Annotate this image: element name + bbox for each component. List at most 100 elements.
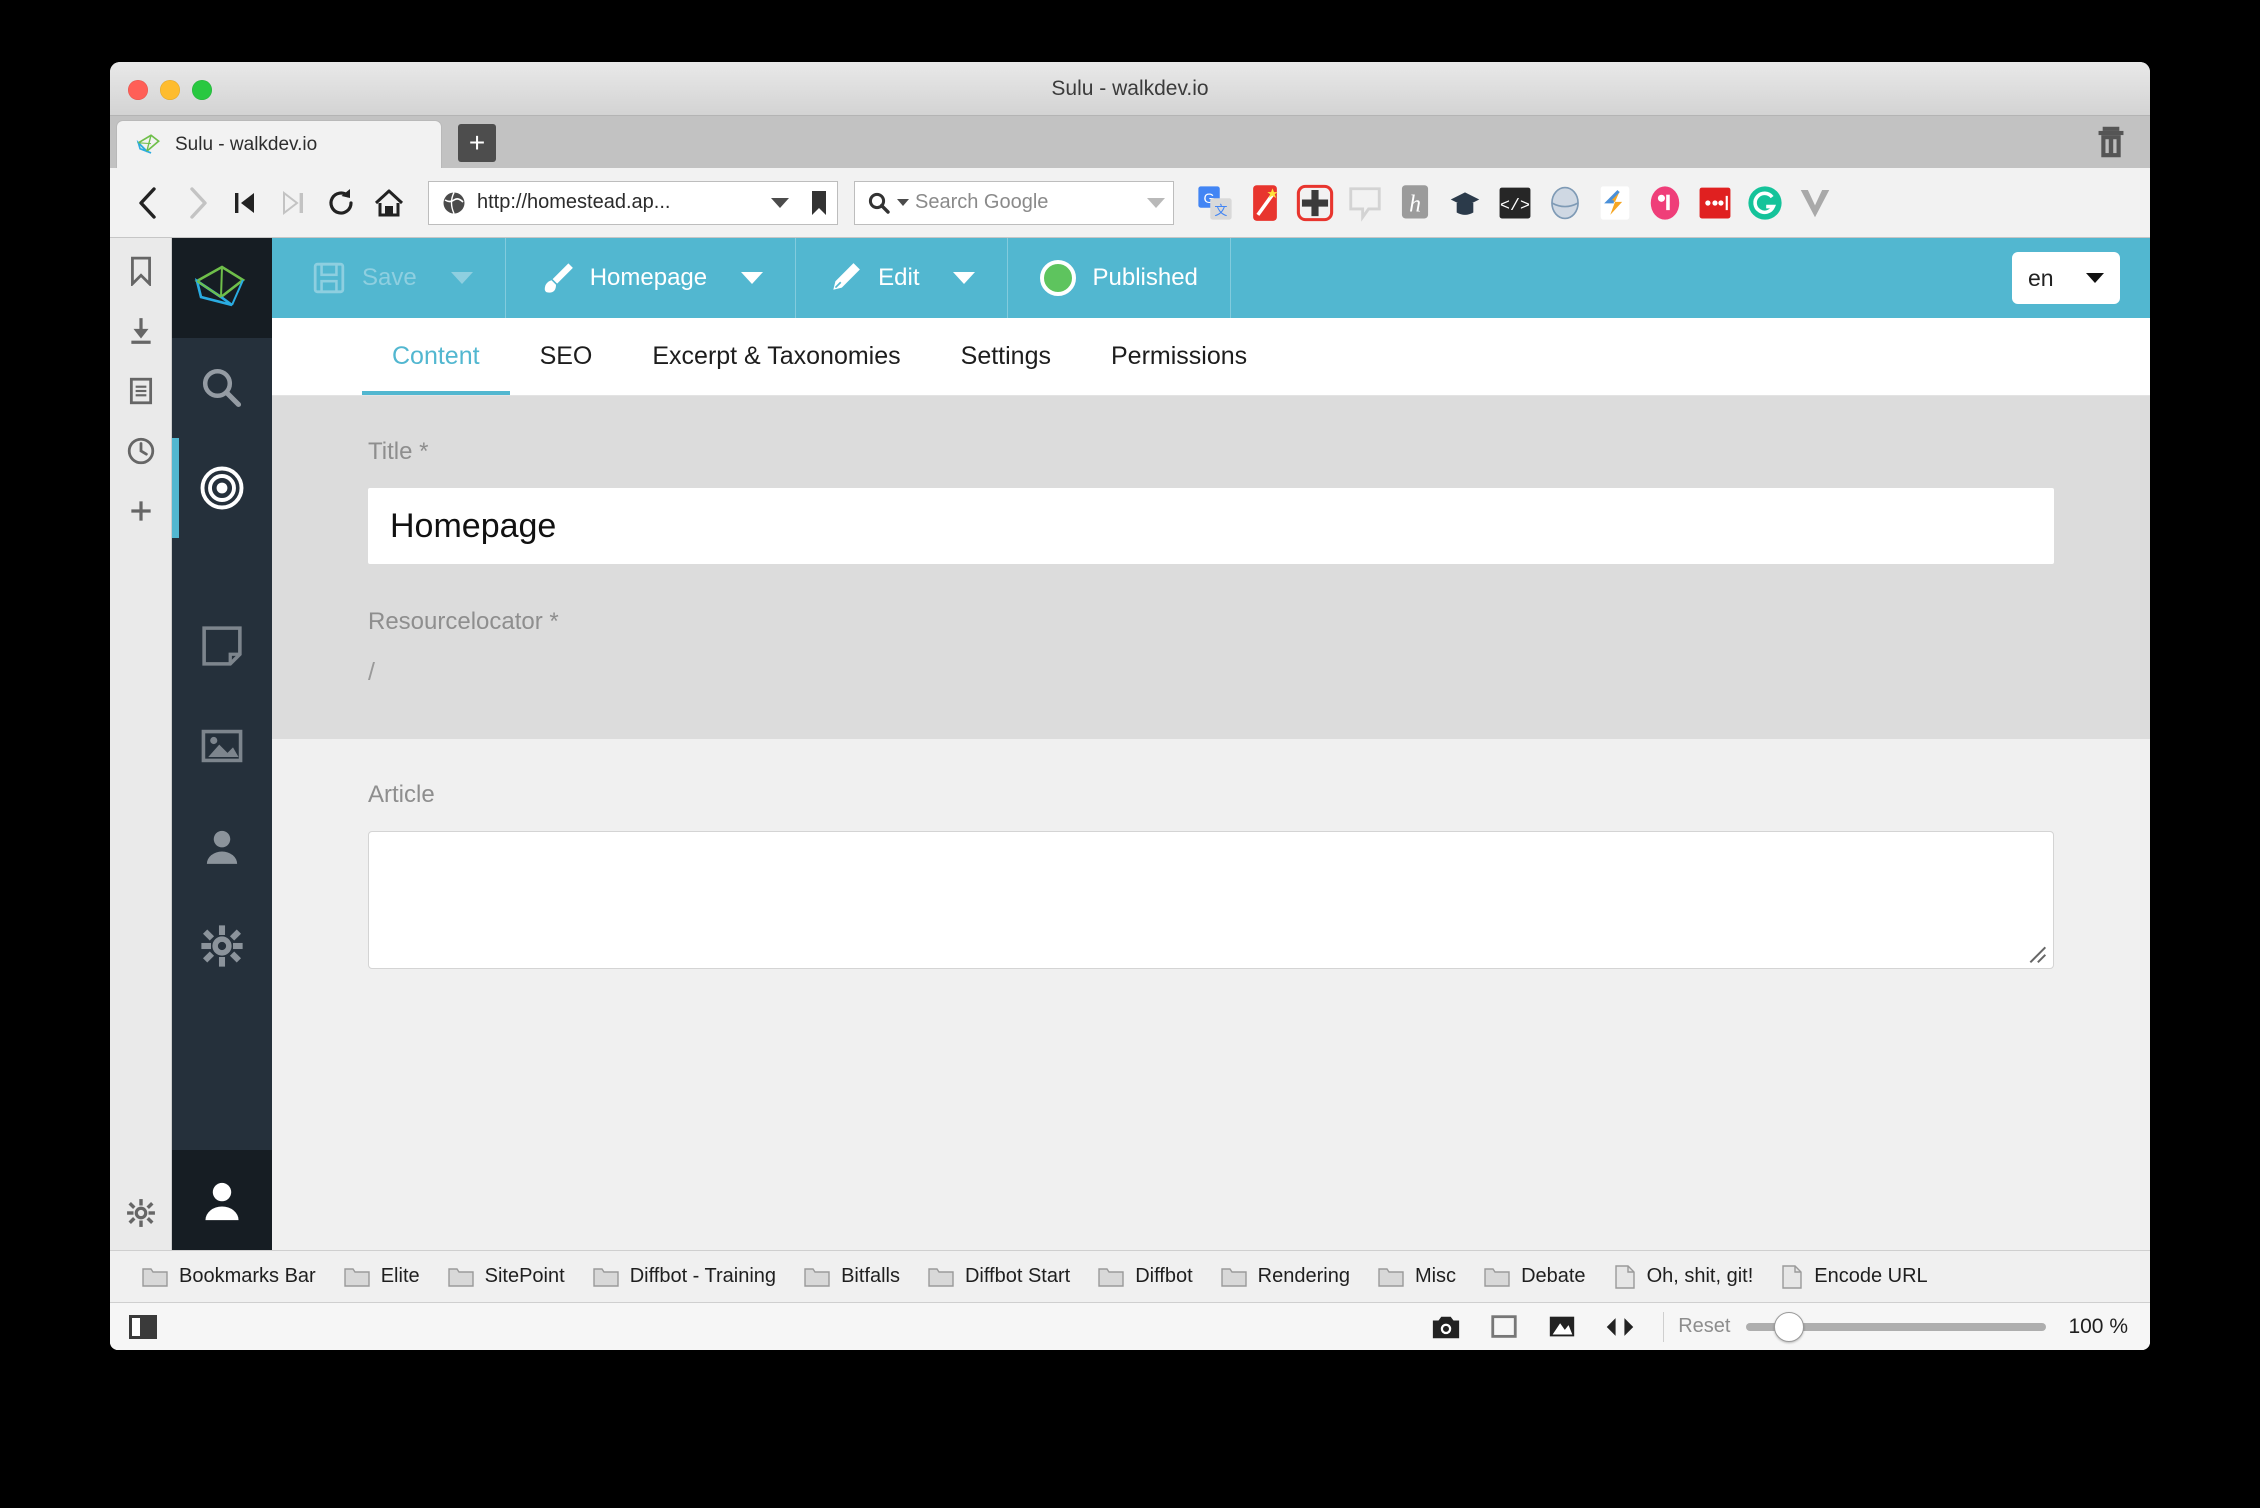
- bookmark-item[interactable]: Oh, shit, git!: [1600, 1264, 1768, 1289]
- sulu-favicon-icon: [136, 134, 160, 154]
- folder-icon: [447, 1267, 474, 1287]
- browser-tab[interactable]: Sulu - walkdev.io: [116, 120, 442, 168]
- folder-icon: [344, 1267, 370, 1287]
- user-avatar-icon: [205, 1182, 239, 1221]
- reload-button[interactable]: [318, 180, 364, 226]
- magic-wand-icon[interactable]: [1246, 184, 1284, 222]
- template-button[interactable]: Homepage: [506, 238, 797, 318]
- gear-icon[interactable]: [126, 1198, 156, 1228]
- resize-grip-icon[interactable]: [2027, 944, 2047, 964]
- tab-content[interactable]: Content: [362, 318, 510, 395]
- edit-dropdown-icon[interactable]: [953, 272, 976, 284]
- lightning-s-icon[interactable]: [1596, 184, 1634, 222]
- sidebar-item-contacts[interactable]: [172, 796, 272, 896]
- sulu-toolbar: Save Homepage Edit Published en: [272, 238, 2150, 318]
- bookmark-item[interactable]: Diffbot Start: [914, 1265, 1084, 1288]
- template-dropdown-icon[interactable]: [741, 272, 764, 284]
- sidebar-item-settings[interactable]: [172, 896, 272, 996]
- search-input[interactable]: Search Google: [915, 191, 1141, 214]
- zoom-reset-button[interactable]: Reset: [1678, 1315, 1730, 1338]
- bookmark-item[interactable]: Elite: [330, 1265, 434, 1288]
- tab-excerpt-taxonomies[interactable]: Excerpt & Taxonomies: [622, 318, 930, 395]
- sulu-logo-glyph-icon: [194, 265, 246, 307]
- article-textarea[interactable]: [368, 831, 2054, 969]
- edit-button[interactable]: Edit: [796, 238, 1009, 318]
- sidebar-item-user[interactable]: [172, 1150, 272, 1250]
- clock-plus-icon[interactable]: [1296, 184, 1334, 222]
- history-clock-icon[interactable]: [126, 436, 156, 466]
- sidebar-toggle-icon[interactable]: [128, 1314, 158, 1340]
- globe-icon[interactable]: [1546, 184, 1584, 222]
- pocket-tag-icon[interactable]: [1646, 184, 1684, 222]
- tab-permissions[interactable]: Permissions: [1081, 318, 1277, 395]
- sidebar-grow-spacer: [172, 996, 272, 1150]
- camera-icon[interactable]: [1431, 1312, 1461, 1342]
- save-button[interactable]: Save: [272, 238, 506, 318]
- speech-bubble-icon[interactable]: [1346, 184, 1384, 222]
- publish-state-button[interactable]: Published: [1008, 238, 1231, 318]
- status-bar-separator: [1663, 1311, 1665, 1342]
- reload-icon: [329, 188, 353, 215]
- bookmark-item[interactable]: Rendering: [1207, 1265, 1364, 1288]
- sidebar-item-webspaces[interactable]: [172, 438, 272, 538]
- go-last-button[interactable]: [270, 180, 316, 226]
- folder-icon: [1378, 1267, 1404, 1287]
- image-icon[interactable]: [1547, 1312, 1577, 1342]
- plus-icon[interactable]: [126, 496, 156, 526]
- address-bar[interactable]: http://homestead.ap...: [428, 180, 838, 225]
- address-dropdown-icon[interactable]: [771, 197, 789, 208]
- new-tab-button[interactable]: +: [458, 124, 496, 162]
- bookmark-item[interactable]: Bitfalls: [790, 1265, 914, 1288]
- svg-text:文: 文: [1214, 202, 1227, 217]
- tab-settings[interactable]: Settings: [931, 318, 1081, 395]
- home-button[interactable]: [366, 180, 412, 226]
- go-first-button[interactable]: [222, 180, 268, 226]
- v-chevron-icon[interactable]: [1796, 184, 1834, 222]
- page-icon: [1614, 1264, 1635, 1289]
- search-history-dropdown-icon[interactable]: [1147, 197, 1165, 208]
- resourcelocator-value[interactable]: /: [368, 658, 2054, 687]
- trash-icon[interactable]: [2094, 124, 2128, 160]
- folder-icon: [928, 1267, 954, 1287]
- bookmark-item[interactable]: SitePoint: [434, 1265, 579, 1288]
- bookmark-icon[interactable]: [809, 189, 829, 217]
- address-bar-url: http://homestead.ap...: [477, 191, 671, 213]
- bookmark-icon[interactable]: [126, 256, 156, 286]
- tab-seo[interactable]: SEO: [510, 318, 623, 395]
- square-icon[interactable]: [1489, 1312, 1519, 1342]
- sidebar-item-snippets[interactable]: [172, 596, 272, 696]
- hypothesis-icon[interactable]: h: [1396, 184, 1434, 222]
- ellipsis-red-icon[interactable]: [1696, 184, 1734, 222]
- search-bar[interactable]: Search Google: [854, 180, 1174, 225]
- code-arrows-icon[interactable]: [1605, 1312, 1635, 1342]
- google-translate-icon[interactable]: G 文: [1196, 184, 1234, 222]
- back-button[interactable]: [126, 180, 172, 226]
- bookmark-item[interactable]: Diffbot - Training: [579, 1265, 790, 1288]
- sulu-logo-icon[interactable]: [172, 238, 272, 338]
- bookmark-item[interactable]: Debate: [1470, 1265, 1600, 1288]
- sulu-sidebar: [172, 238, 272, 1250]
- mortarboard-icon[interactable]: [1446, 184, 1484, 222]
- bookmark-label: Oh, shit, git!: [1646, 1265, 1754, 1287]
- page-icon: [1782, 1264, 1802, 1289]
- bookmark-item[interactable]: Bookmarks Bar: [128, 1265, 330, 1288]
- sidebar-item-media[interactable]: [172, 696, 272, 796]
- language-select[interactable]: en: [2012, 252, 2120, 304]
- zoom-slider[interactable]: [1746, 1311, 2047, 1342]
- code-brackets-icon[interactable]: </>: [1496, 184, 1534, 222]
- download-icon[interactable]: [126, 316, 156, 346]
- bookmark-item[interactable]: Misc: [1364, 1265, 1470, 1288]
- back-arrow-icon: [139, 186, 156, 219]
- save-dropdown-icon[interactable]: [450, 272, 473, 284]
- title-input[interactable]: Homepage: [368, 488, 2054, 564]
- search-engine-dropdown-icon[interactable]: [897, 199, 909, 206]
- zoom-slider-knob[interactable]: [1774, 1311, 1805, 1342]
- reading-list-icon[interactable]: [126, 376, 156, 406]
- forward-button[interactable]: [174, 180, 220, 226]
- sidebar-item-search[interactable]: [172, 338, 272, 438]
- bookmark-item[interactable]: Diffbot: [1084, 1265, 1206, 1288]
- grammarly-icon[interactable]: [1746, 184, 1784, 222]
- bookmark-label: Bitfalls: [841, 1265, 900, 1287]
- bookmark-label: Elite: [380, 1265, 420, 1287]
- bookmark-item[interactable]: Encode URL: [1767, 1264, 1941, 1289]
